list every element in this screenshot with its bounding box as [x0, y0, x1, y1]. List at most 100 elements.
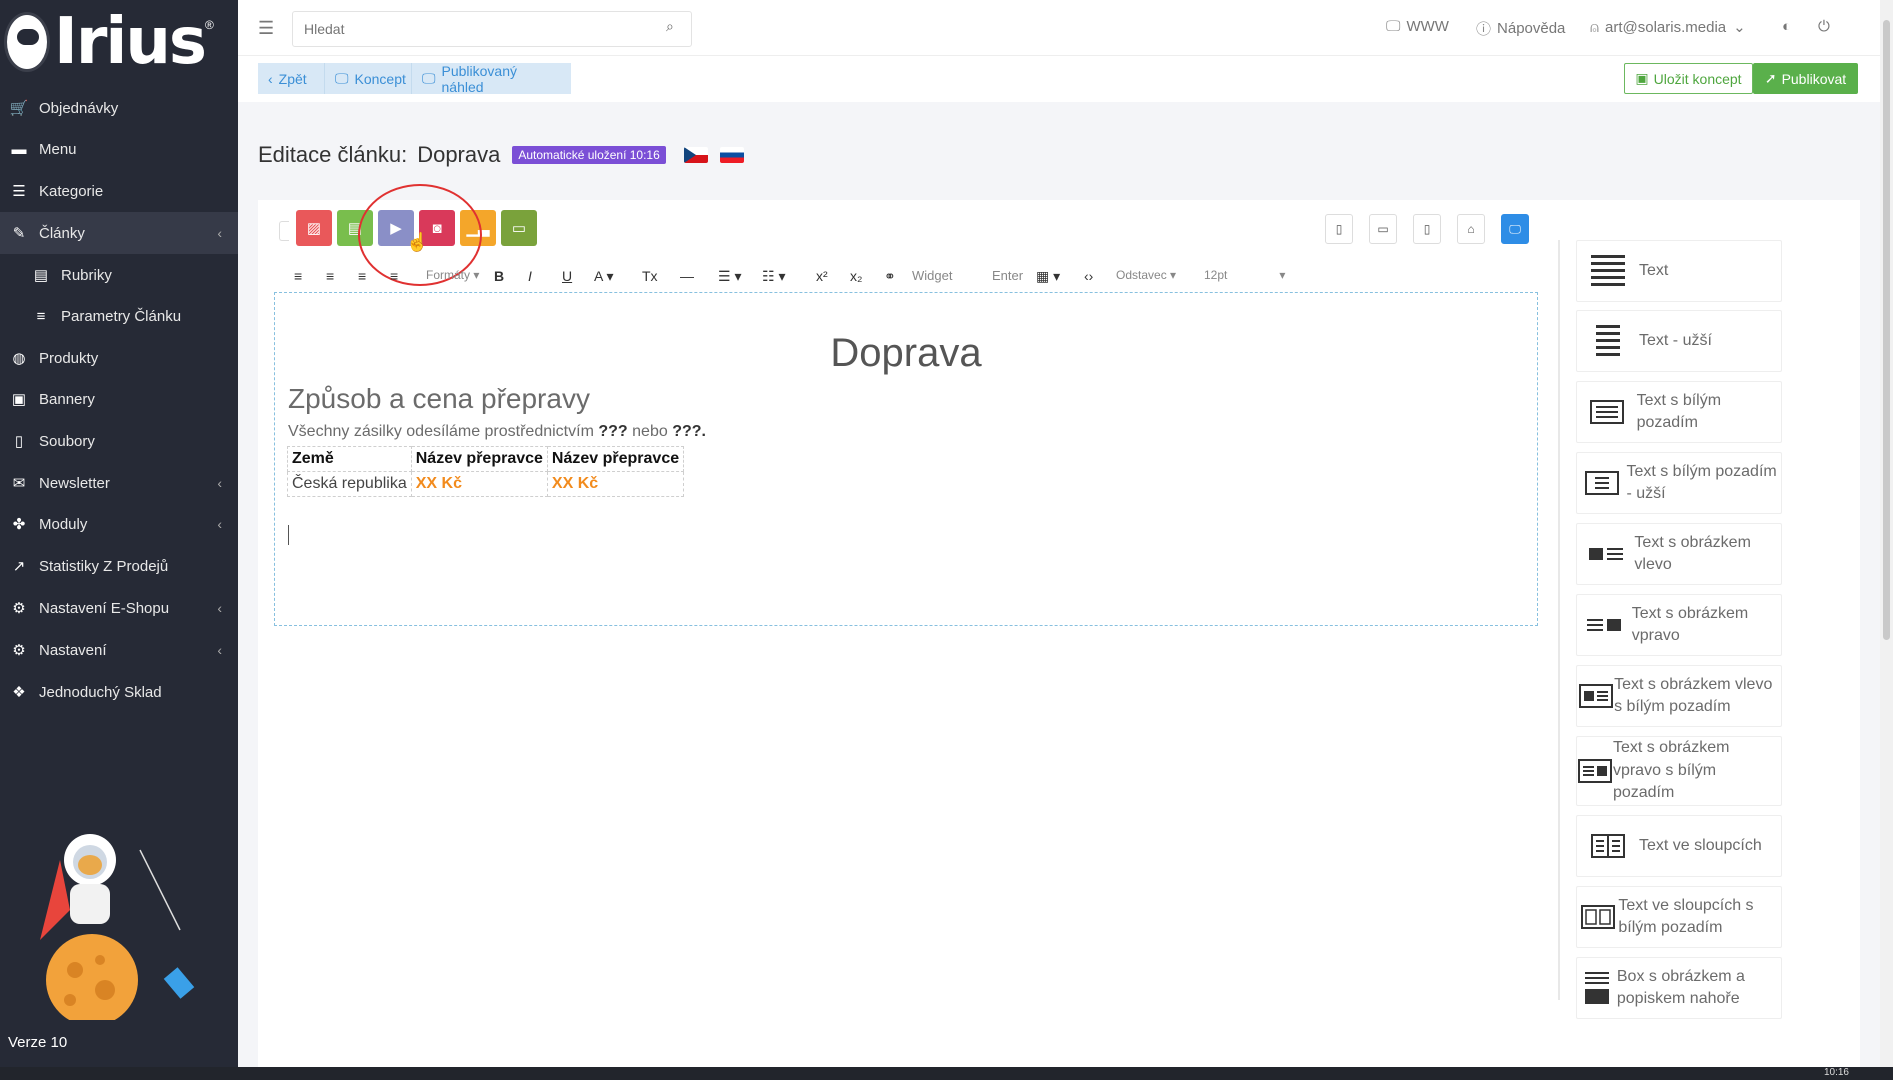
widget-button[interactable]: Widget: [912, 268, 952, 283]
device-mobile-button[interactable]: ▯: [1325, 214, 1353, 244]
align-right-icon[interactable]: ≡: [358, 268, 366, 284]
image-right-text-block-icon: [1577, 616, 1632, 634]
chevron-left-icon: ‹: [217, 516, 222, 532]
chevron-left-icon: ‹: [217, 475, 222, 491]
laptop-icon: ⌂: [1467, 222, 1475, 236]
paragraph-dropdown[interactable]: Odstavec ▾: [1116, 268, 1176, 282]
font-size-dropdown[interactable]: 12pt ▾: [1204, 268, 1285, 282]
page-title: Editace článku: Doprava Automatické ulož…: [258, 142, 744, 168]
device-laptop-button[interactable]: ⌂: [1457, 214, 1485, 244]
superscript-icon[interactable]: x²: [816, 268, 828, 284]
publish-button[interactable]: ➚ Publikovat: [1753, 63, 1858, 94]
menu-toggle-icon[interactable]: ☰: [258, 18, 274, 39]
sidebar-item-rubriky[interactable]: ▤ Rubriky: [0, 254, 238, 296]
table-icon[interactable]: ▦ ▾: [1036, 268, 1060, 285]
action-bar: ‹ Zpět 🖵 Koncept 🖵 Publikovaný náhled ▣ …: [238, 56, 1880, 102]
block-item[interactable]: Text - užší: [1576, 310, 1782, 372]
logo[interactable]: Irius ®: [4, 8, 234, 76]
block-item[interactable]: Text s bílým pozadím - užší: [1576, 452, 1782, 514]
back-button[interactable]: ‹ Zpět: [258, 63, 324, 94]
slovak-flag-icon[interactable]: [719, 147, 744, 163]
underline-icon[interactable]: U: [562, 268, 572, 284]
sidebar-item-menu[interactable]: ▬ Menu: [0, 128, 238, 170]
image-caption-block-icon: [1577, 972, 1617, 1004]
mail-icon: ✉: [12, 475, 26, 492]
text-color-icon[interactable]: A ▾: [594, 268, 613, 285]
sidebar-item-bannery[interactable]: ▣ Bannery: [0, 378, 238, 420]
sidebar-item-statistiky[interactable]: ↗ Statistiky Z Prodejů: [0, 545, 238, 587]
block-item[interactable]: Box s obrázkem a popiskem nahoře: [1576, 957, 1782, 1019]
horizontal-line-icon[interactable]: —: [680, 268, 694, 284]
code-icon[interactable]: ‹›: [1084, 268, 1093, 284]
user-menu[interactable]: ⍝ art@solaris.media ⌄: [1590, 18, 1746, 37]
sidebar-item-objednavky[interactable]: 🛒 Objednávky: [0, 87, 238, 129]
page-scrollbar[interactable]: [1880, 0, 1893, 1067]
chart-icon: ↗: [12, 558, 26, 575]
italic-icon[interactable]: I: [528, 268, 532, 284]
monitor-icon: 🖵: [335, 70, 349, 86]
sidebar-item-newsletter[interactable]: ✉ Newsletter ‹: [0, 462, 238, 504]
draft-button[interactable]: 🖵 Koncept: [324, 63, 411, 94]
formats-dropdown[interactable]: Formáty ▾: [426, 268, 479, 282]
block-item[interactable]: Text ve sloupcích s bílým pozadím: [1576, 886, 1782, 948]
language-icon[interactable]: ◐: [1782, 18, 1791, 35]
shipping-table[interactable]: Země Název přepravce Název přepravce Čes…: [287, 446, 685, 497]
logo-text: Irius: [54, 5, 207, 79]
block-item[interactable]: Text s obrázkem vlevo s bílým pozadím: [1576, 665, 1782, 727]
device-tablet-button[interactable]: ▯: [1413, 214, 1441, 244]
basketball-icon: ◍: [12, 350, 26, 367]
save-draft-button[interactable]: ▣ Uložit koncept: [1624, 63, 1753, 94]
block-label: Text ve sloupcích: [1639, 836, 1762, 854]
user-icon: ⍝: [1590, 18, 1600, 36]
search-icon[interactable]: ⌕: [666, 18, 674, 35]
subscript-icon[interactable]: x₂: [850, 268, 862, 284]
align-justify-icon[interactable]: ≡: [390, 268, 398, 284]
chevron-left-icon: ‹: [217, 225, 222, 241]
bullet-list-icon[interactable]: ☰ ▾: [718, 268, 741, 285]
sidebar-item-soubory[interactable]: ▯ Soubory: [0, 420, 238, 462]
czech-flag-icon[interactable]: [683, 147, 708, 163]
align-center-icon[interactable]: ≡: [326, 268, 334, 284]
bold-icon[interactable]: B: [494, 268, 504, 284]
os-taskbar: [0, 1067, 1893, 1080]
rocket-icon: ➚: [1764, 70, 1777, 86]
font-size-label: 12pt: [1204, 268, 1228, 282]
www-link[interactable]: 🖵 WWW: [1386, 18, 1449, 35]
block-label: Text s obrázkem vpravo s bílým pozadím: [1612, 739, 1730, 802]
block-item[interactable]: Text s obrázkem vpravo s bílým pozadím: [1576, 736, 1782, 806]
link-icon[interactable]: ⚭: [884, 268, 896, 285]
sidebar-item-parametry-clanku[interactable]: ≡ Parametry Článku: [0, 295, 238, 337]
text-caret: [288, 525, 289, 545]
sidebar-item-produkty[interactable]: ◍ Produkty: [0, 337, 238, 379]
block-label: Text ve sloupcích s bílým pozadím: [1618, 896, 1754, 936]
search-input[interactable]: [292, 11, 692, 47]
block-label: Text s obrázkem vlevo: [1634, 533, 1751, 573]
sidebar-item-label: Menu: [39, 140, 77, 158]
published-preview-button[interactable]: 🖵 Publikovaný náhled: [411, 63, 571, 95]
device-desktop-button[interactable]: 🖵: [1501, 214, 1529, 244]
insert-image-button[interactable]: ▨: [296, 210, 332, 246]
sidebar-item-nastaveni[interactable]: ⚙ Nastavení ‹: [0, 629, 238, 671]
numbered-list-icon[interactable]: ☷ ▾: [762, 268, 785, 285]
enter-button[interactable]: Enter: [992, 268, 1023, 283]
sidebar-item-nastaveni-eshopu[interactable]: ⚙ Nastavení E-Shopu ‹: [0, 587, 238, 629]
sidebar-item-moduly[interactable]: ✤ Moduly ‹: [0, 503, 238, 545]
insert-banner-button[interactable]: ▭: [501, 210, 537, 246]
device-mobile-landscape-button[interactable]: ▭: [1369, 214, 1397, 244]
block-item[interactable]: Text s obrázkem vpravo: [1576, 594, 1782, 656]
sidebar-item-jednoduchy-sklad[interactable]: ❖ Jednoduchý Sklad: [0, 671, 238, 713]
block-item[interactable]: Text ve sloupcích: [1576, 815, 1782, 877]
select-checkbox[interactable]: [279, 221, 289, 241]
block-item[interactable]: Text: [1576, 240, 1782, 302]
block-item[interactable]: Text s bílým pozadím: [1576, 381, 1782, 443]
scrollbar-thumb[interactable]: [1883, 20, 1890, 640]
align-left-icon[interactable]: ≡: [294, 268, 302, 284]
image-left-text-block-icon: [1577, 545, 1634, 563]
sidebar-item-kategorie[interactable]: ☰ Kategorie: [0, 170, 238, 212]
help-link[interactable]: ⓘ Nápověda: [1476, 18, 1565, 39]
clear-format-icon[interactable]: Tx: [642, 268, 658, 284]
sidebar-item-clanky[interactable]: ✎ Články ‹: [0, 212, 238, 254]
editor-content[interactable]: Doprava Způsob a cena přepravy Všechny z…: [274, 292, 1538, 626]
block-item[interactable]: Text s obrázkem vlevo: [1576, 523, 1782, 585]
power-icon[interactable]: ⏻: [1818, 18, 1830, 35]
